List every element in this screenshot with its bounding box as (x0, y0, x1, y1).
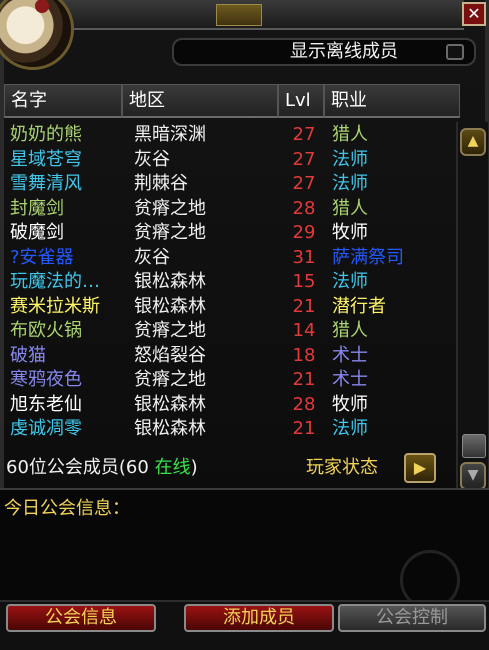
member-level: 21 (292, 369, 316, 390)
member-zone: 贫瘠之地 (134, 369, 206, 390)
show-offline-checkbox[interactable] (446, 44, 464, 60)
member-name: 布欧火锅 (10, 320, 82, 341)
roster-row[interactable]: 旭东老仙 银松森林 28 牧师 (4, 393, 456, 418)
member-class: 法师 (332, 173, 368, 194)
member-name: 玩魔法的… (10, 271, 100, 292)
member-level: 31 (292, 246, 316, 268)
member-level: 21 (292, 295, 316, 317)
member-zone: 银松森林 (134, 271, 206, 292)
member-name: 破魔剑 (10, 222, 64, 243)
arrow-down-icon: ▼ (467, 467, 479, 483)
scroll-up-button[interactable]: ▲ (460, 128, 486, 156)
member-class: 潜行者 (332, 295, 386, 317)
member-level: 28 (292, 393, 316, 415)
roster-row[interactable]: 星域苍穹 灰谷 27 法师 (4, 148, 456, 173)
roster-row[interactable]: 玩魔法的… 银松森林 15 法师 (4, 270, 456, 295)
member-class: 法师 (332, 418, 368, 439)
member-class: 法师 (332, 271, 368, 292)
roster-scrollbar[interactable]: ▲ ▼ (456, 122, 488, 492)
guild-control-button[interactable]: 公会控制 (338, 604, 486, 632)
arrow-up-icon: ▲ (467, 133, 479, 149)
member-class: 猎人 (332, 320, 368, 341)
roster-row[interactable]: 赛米拉米斯 银松森林 21 潜行者 (4, 295, 456, 320)
member-name: 星域苍穹 (10, 148, 82, 170)
member-class: 牧师 (332, 393, 368, 415)
scroll-thumb[interactable] (462, 434, 486, 458)
member-zone: 贫瘠之地 (134, 222, 206, 243)
member-level: 14 (292, 320, 316, 341)
title-bar (60, 0, 464, 30)
member-class: 牧师 (332, 222, 368, 243)
member-class: 术士 (332, 369, 368, 390)
roster-row[interactable]: 奶奶的熊 黑暗深渊 27 猎人 (4, 123, 456, 148)
member-name: 虔诚凋零 (10, 418, 82, 439)
column-header-name[interactable]: 名字 (4, 84, 122, 118)
member-count-prefix: 60位公会成员(60 (6, 457, 155, 478)
member-zone: 银松森林 (134, 295, 206, 317)
member-class: 猎人 (332, 197, 368, 219)
member-name: 奶奶的熊 (10, 124, 82, 145)
member-class: 萨满祭司 (332, 246, 404, 268)
roster-row[interactable]: 布欧火锅 贫瘠之地 14 猎人 (4, 319, 456, 344)
guild-info-button[interactable]: 公会信息 (6, 604, 156, 632)
member-name: 旭东老仙 (10, 393, 82, 415)
player-status-button[interactable]: ▶ (404, 453, 436, 483)
member-count: 60位公会成员(60 在线) (6, 456, 198, 480)
column-header-level[interactable]: Lvl (278, 84, 324, 118)
roster-row[interactable]: 虔诚凋零 银松森林 21 法师 (4, 417, 456, 442)
column-header-class[interactable]: 职业 (324, 84, 460, 118)
roster-row[interactable]: 封魔剑 贫瘠之地 28 猎人 (4, 197, 456, 222)
roster-row[interactable]: ?安雀器 灰谷 31 萨满祭司 (4, 246, 456, 271)
member-class: 猎人 (332, 124, 368, 145)
member-name: 寒鸦夜色 (10, 369, 82, 390)
member-zone: 银松森林 (134, 418, 206, 439)
close-button[interactable]: ✕ (462, 2, 486, 26)
roster-row[interactable]: 破猫 怒焰裂谷 18 术士 (4, 344, 456, 369)
motd-label: 今日公会信息： (4, 498, 130, 519)
roster-header: 名字 地区 Lvl 职业 (4, 84, 460, 120)
member-zone: 银松森林 (134, 393, 206, 415)
member-level: 18 (292, 344, 316, 366)
roster-row[interactable]: 破魔剑 贫瘠之地 29 牧师 (4, 221, 456, 246)
arrow-right-icon: ▶ (413, 458, 427, 477)
member-class: 法师 (332, 148, 368, 170)
member-level: 28 (292, 197, 316, 219)
close-icon: ✕ (467, 4, 481, 23)
member-name: 封魔剑 (10, 197, 64, 219)
member-zone: 荆棘谷 (134, 173, 188, 194)
member-class: 术士 (332, 344, 368, 366)
roster-list: 奶奶的熊 黑暗深渊 27 猎人 星域苍穹 灰谷 27 法师 雪舞清风 荆棘谷 27 法师 封魔剑 贫瘠之地… (4, 123, 456, 442)
member-name: 雪舞清风 (10, 173, 82, 194)
player-status-label: 玩家状态 (306, 457, 378, 478)
column-header-zone[interactable]: 地区 (122, 84, 278, 118)
member-zone: 怒焰裂谷 (134, 344, 206, 366)
member-zone: 贫瘠之地 (134, 320, 206, 341)
roster-row[interactable]: 雪舞清风 荆棘谷 27 法师 (4, 172, 456, 197)
member-zone: 黑暗深渊 (134, 124, 206, 145)
member-name: ?安雀器 (10, 246, 74, 268)
member-level: 15 (292, 271, 316, 292)
add-member-button[interactable]: 添加成员 (184, 604, 334, 632)
member-level: 27 (292, 124, 316, 145)
member-level: 27 (292, 173, 316, 194)
member-count-suffix: ) (190, 457, 198, 478)
member-level: 27 (292, 148, 316, 170)
roster-row[interactable]: 寒鸦夜色 贫瘠之地 21 术士 (4, 368, 456, 393)
member-zone: 灰谷 (134, 148, 170, 170)
member-name: 赛米拉米斯 (10, 295, 100, 317)
member-zone: 灰谷 (134, 246, 170, 268)
member-name: 破猫 (10, 344, 46, 366)
member-zone: 贫瘠之地 (134, 197, 206, 219)
member-count-online: 在线 (154, 457, 191, 478)
member-level: 21 (292, 418, 316, 439)
title-plate (216, 4, 262, 26)
scroll-down-button[interactable]: ▼ (460, 462, 486, 490)
show-offline-label: 显示离线成员 (290, 41, 398, 62)
member-level: 29 (292, 222, 316, 243)
